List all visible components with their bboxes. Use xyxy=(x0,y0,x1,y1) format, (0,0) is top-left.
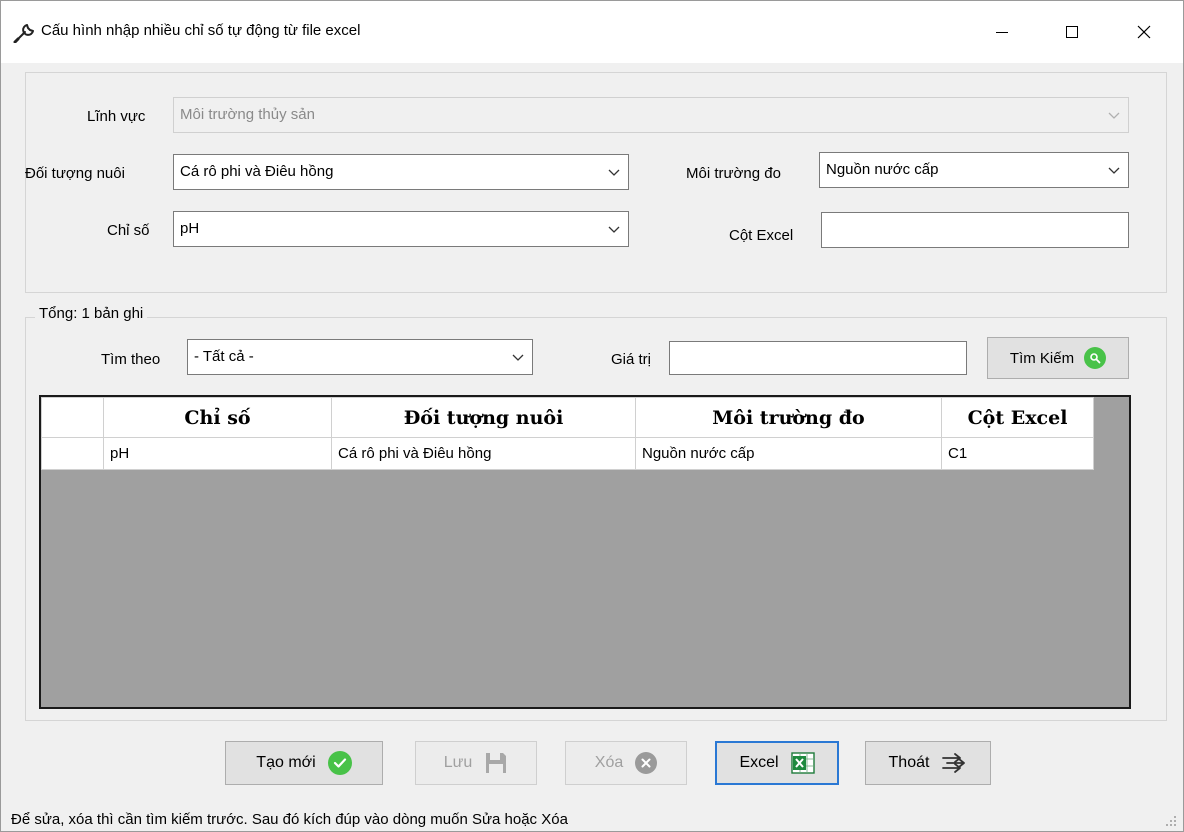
tim-theo-value: - Tất cả - xyxy=(194,348,254,365)
cell-doi-tuong-nuoi[interactable]: Cá rô phi và Điêu hồng xyxy=(331,437,636,470)
cell-chi-so[interactable]: pH xyxy=(103,437,332,470)
gia-tri-label: Giá trị xyxy=(611,351,652,368)
delete-button-label: Xóa xyxy=(594,754,624,771)
status-text: Để sửa, xóa thì cần tìm kiếm trước. Sau … xyxy=(11,811,568,828)
excel-icon xyxy=(790,752,815,774)
linh-vuc-value: Môi trường thủy sản xyxy=(180,106,315,123)
cot-excel-label: Cột Excel xyxy=(729,227,794,244)
tim-theo-select[interactable]: - Tất cả - xyxy=(187,339,533,375)
excel-button-label: Excel xyxy=(739,754,779,771)
status-bar: Để sửa, xóa thì cần tìm kiếm trước. Sau … xyxy=(1,805,1183,831)
wrench-icon xyxy=(13,24,34,43)
chevron-down-icon xyxy=(1108,167,1120,174)
close-button[interactable] xyxy=(1117,1,1171,63)
row-header-corner xyxy=(41,397,104,438)
table-row[interactable]: pH Cá rô phi và Điêu hồng Nguồn nước cấp… xyxy=(41,437,1094,470)
cot-excel-input[interactable] xyxy=(821,212,1129,248)
new-button[interactable]: Tạo mới xyxy=(225,741,383,785)
chi-so-select[interactable]: pH xyxy=(173,211,629,247)
exit-button-label: Thoát xyxy=(888,754,930,771)
maximize-button[interactable] xyxy=(1045,1,1099,63)
row-header-cell[interactable] xyxy=(41,437,104,470)
cell-moi-truong-do[interactable]: Nguồn nước cấp xyxy=(635,437,942,470)
column-header-doi-tuong-nuoi[interactable]: Đối tượng nuôi xyxy=(331,397,636,438)
new-button-label: Tạo mới xyxy=(256,754,316,771)
floppy-disk-icon xyxy=(486,753,507,773)
cell-cot-excel[interactable]: C1 xyxy=(941,437,1094,470)
grid-header-row: Chỉ số Đối tượng nuôi Môi trường đo Cột … xyxy=(41,397,1094,438)
chevron-down-icon xyxy=(608,226,620,233)
moi-truong-do-value: Nguồn nước cấp xyxy=(826,161,939,178)
doi-tuong-nuoi-select[interactable]: Cá rô phi và Điêu hồng xyxy=(173,154,629,190)
maximize-icon xyxy=(1066,26,1078,38)
magnifier-icon xyxy=(1084,347,1107,369)
records-grid[interactable]: Chỉ số Đối tượng nuôi Môi trường đo Cột … xyxy=(39,395,1131,709)
gia-tri-input[interactable] xyxy=(669,341,967,375)
search-button[interactable]: Tìm Kiếm xyxy=(987,337,1129,379)
column-header-cot-excel[interactable]: Cột Excel xyxy=(941,397,1094,438)
chi-so-label: Chỉ số xyxy=(107,222,150,239)
x-circle-icon xyxy=(635,752,658,774)
doi-tuong-nuoi-value: Cá rô phi và Điêu hồng xyxy=(180,163,334,180)
title-bar[interactable]: Cấu hình nhập nhiều chỉ số tự động từ fi… xyxy=(1,1,1183,63)
chevron-down-icon xyxy=(608,169,620,176)
chevron-down-icon xyxy=(1108,112,1120,119)
resize-grip-icon[interactable] xyxy=(1163,813,1177,827)
minimize-icon xyxy=(996,31,1008,33)
window-title: Cấu hình nhập nhiều chỉ số tự động từ fi… xyxy=(41,22,361,39)
linh-vuc-label: Lĩnh vực xyxy=(87,108,146,125)
column-header-moi-truong-do[interactable]: Môi trường đo xyxy=(635,397,942,438)
doi-tuong-nuoi-label: Đối tượng nuôi xyxy=(25,165,125,182)
moi-truong-do-select[interactable]: Nguồn nước cấp xyxy=(819,152,1129,188)
dialog-window: Cấu hình nhập nhiều chỉ số tự động từ fi… xyxy=(0,0,1184,832)
chi-so-value: pH xyxy=(180,220,200,237)
check-circle-icon xyxy=(327,751,352,775)
search-button-label: Tìm Kiếm xyxy=(1009,349,1075,367)
minimize-button[interactable] xyxy=(975,1,1029,63)
linh-vuc-select[interactable]: Môi trường thủy sản xyxy=(173,97,1129,133)
tim-theo-label: Tìm theo xyxy=(101,351,161,368)
records-table: Chỉ số Đối tượng nuôi Môi trường đo Cột … xyxy=(41,397,1094,470)
close-icon xyxy=(1137,25,1151,39)
moi-truong-do-label: Môi trường đo xyxy=(686,165,781,182)
save-button[interactable]: Lưu xyxy=(415,741,537,785)
save-button-label: Lưu xyxy=(443,754,473,771)
delete-button[interactable]: Xóa xyxy=(565,741,687,785)
total-records-label: Tổng: 1 bản ghi xyxy=(35,305,148,322)
excel-button[interactable]: Excel xyxy=(715,741,839,785)
exit-arrow-icon xyxy=(942,753,966,773)
column-header-chi-so[interactable]: Chỉ số xyxy=(103,397,332,438)
exit-button[interactable]: Thoát xyxy=(865,741,991,785)
chevron-down-icon xyxy=(512,354,524,361)
